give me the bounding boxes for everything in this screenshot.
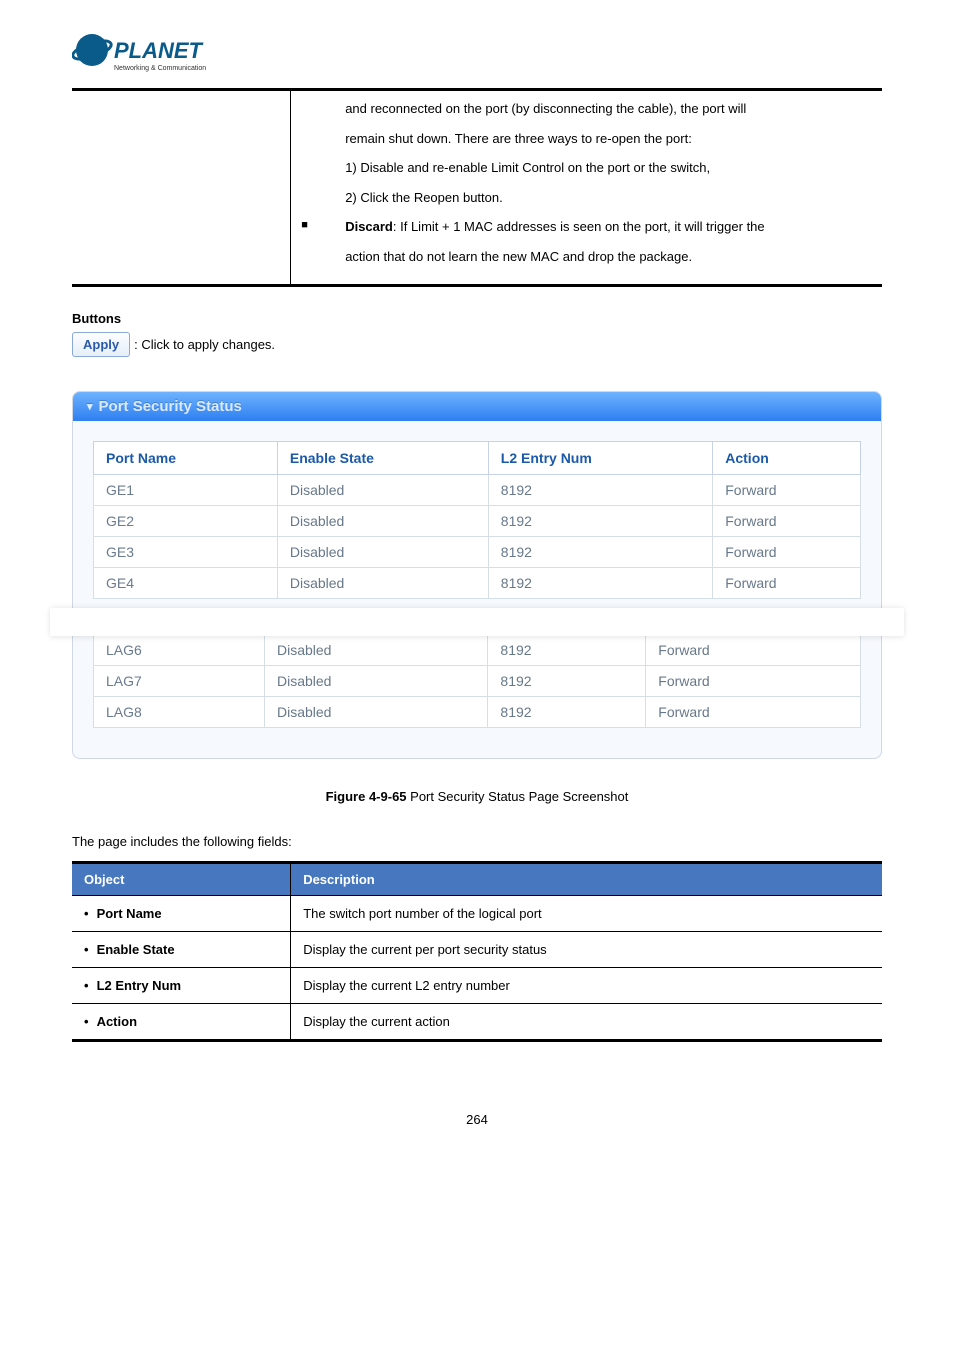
table-cell: 8192 [488, 475, 712, 506]
table-row: LAG7Disabled8192Forward [94, 666, 861, 697]
port-security-status-header[interactable]: Port Security Status [73, 392, 881, 421]
table-row: GE3Disabled8192Forward [94, 537, 861, 568]
svg-text:PLANET: PLANET [114, 38, 204, 63]
table-cell: GE4 [94, 568, 278, 599]
object-desc-cell: Display the current action [291, 1004, 882, 1041]
figure-caption: Figure 4-9-65 Port Security Status Page … [72, 789, 882, 804]
object-desc-cell: The switch port number of the logical po… [291, 896, 882, 932]
planet-logo-icon: PLANET Networking & Communication [72, 30, 242, 82]
port-security-table-bottom: LAG6Disabled8192ForwardLAG7Disabled8192F… [93, 634, 861, 728]
table-cell: 8192 [488, 537, 712, 568]
table-cell: Forward [713, 506, 861, 537]
fields-intro: The page includes the following fields: [72, 834, 882, 849]
table-row: GE1Disabled8192Forward [94, 475, 861, 506]
object-desc-cell: Display the current per port security st… [291, 932, 882, 968]
svg-text:Networking & Communication: Networking & Communication [114, 65, 206, 72]
table-cell: Disabled [277, 475, 488, 506]
table-row: •Port NameThe switch port number of the … [72, 896, 882, 932]
obj-header-object: Object [72, 863, 291, 896]
table-cell: Disabled [277, 506, 488, 537]
table-cell: LAG8 [94, 697, 265, 728]
table-row: GE4Disabled8192Forward [94, 568, 861, 599]
table-cell: Forward [646, 666, 861, 697]
object-description-table: Object Description •Port NameThe switch … [72, 861, 882, 1042]
table-cell: Forward [646, 697, 861, 728]
table-row: •L2 Entry NumDisplay the current L2 entr… [72, 968, 882, 1004]
table-cell: 8192 [488, 568, 712, 599]
table-cell: LAG7 [94, 666, 265, 697]
col-port-name: Port Name [94, 442, 278, 475]
action-description-row: and reconnected on the port (by disconne… [72, 88, 882, 287]
object-name-cell: •Action [72, 1004, 291, 1041]
desc-line: and reconnected on the port (by disconne… [301, 99, 872, 119]
col-action: Action [713, 442, 861, 475]
table-cell: 8192 [488, 506, 712, 537]
apply-button[interactable]: Apply [72, 332, 130, 357]
table-row: LAG8Disabled8192Forward [94, 697, 861, 728]
table-cell: 8192 [488, 666, 646, 697]
object-name-cell: •L2 Entry Num [72, 968, 291, 1004]
obj-header-description: Description [291, 863, 882, 896]
table-cell: LAG6 [94, 635, 265, 666]
desc-line: action that do not learn the new MAC and… [301, 247, 872, 267]
object-name-cell: •Enable State [72, 932, 291, 968]
table-row: LAG6Disabled8192Forward [94, 635, 861, 666]
table-cell: Disabled [277, 537, 488, 568]
page-number: 264 [72, 1112, 882, 1127]
table-cell: 8192 [488, 635, 646, 666]
table-row: GE2Disabled8192Forward [94, 506, 861, 537]
table-row: •ActionDisplay the current action [72, 1004, 882, 1041]
table-cell: Disabled [264, 666, 487, 697]
table-cell: GE3 [94, 537, 278, 568]
port-security-table-top: Port Name Enable State L2 Entry Num Acti… [93, 441, 861, 599]
desc-bullet-discard: Discard: If Limit + 1 MAC addresses is s… [301, 217, 872, 237]
table-cell: GE2 [94, 506, 278, 537]
desc-line: remain shut down. There are three ways t… [301, 129, 872, 149]
buttons-heading: Buttons [72, 311, 882, 326]
apply-description: : Click to apply changes. [134, 337, 275, 352]
table-cell: 8192 [488, 697, 646, 728]
col-l2-entry-num: L2 Entry Num [488, 442, 712, 475]
table-cell: Disabled [264, 697, 487, 728]
desc-line: 2) Click the Reopen button. [301, 188, 872, 208]
col-enable-state: Enable State [277, 442, 488, 475]
table-row: •Enable StateDisplay the current per por… [72, 932, 882, 968]
brand-logo: PLANET Networking & Communication [72, 30, 882, 82]
table-cell: GE1 [94, 475, 278, 506]
panel-title: Port Security Status [99, 398, 242, 415]
table-cell: Forward [713, 568, 861, 599]
object-desc-cell: Display the current L2 entry number [291, 968, 882, 1004]
table-truncation-gap [50, 608, 904, 636]
desc-line: 1) Disable and re-enable Limit Control o… [301, 158, 872, 178]
table-cell: Disabled [264, 635, 487, 666]
table-cell: Forward [646, 635, 861, 666]
table-cell: Forward [713, 475, 861, 506]
table-cell: Forward [713, 537, 861, 568]
object-name-cell: •Port Name [72, 896, 291, 932]
table-cell: Disabled [277, 568, 488, 599]
